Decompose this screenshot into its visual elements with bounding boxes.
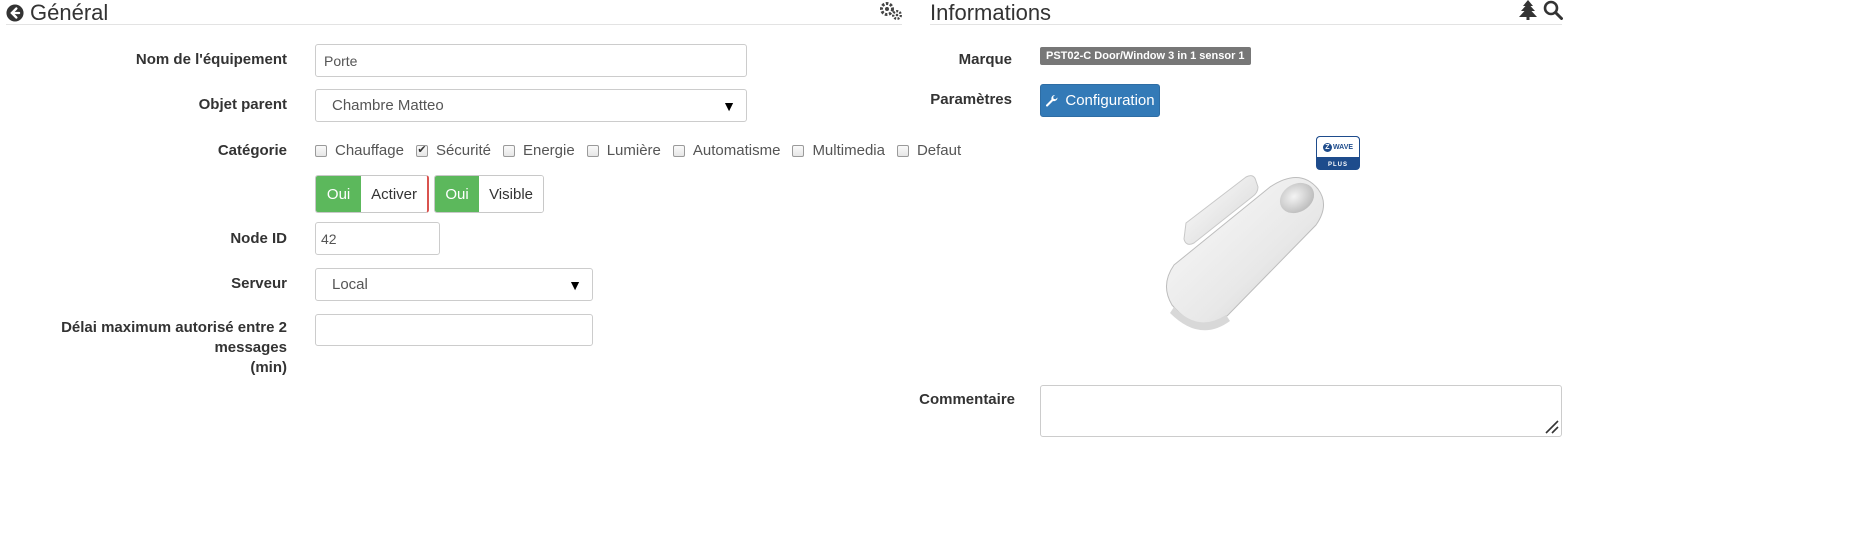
- gears-icon[interactable]: [878, 0, 904, 26]
- parent-value: Chambre Matteo: [332, 97, 444, 114]
- checkbox[interactable]: [896, 144, 909, 157]
- general-header: Général: [6, 0, 108, 26]
- category-defaut[interactable]: Defaut: [896, 142, 961, 159]
- chevron-down-icon: ▼: [568, 276, 582, 293]
- comment-label: Commentaire: [919, 391, 1015, 408]
- configuration-label: Configuration: [1065, 92, 1155, 109]
- category-automatisme[interactable]: Automatisme: [672, 142, 780, 159]
- visible-on[interactable]: Oui: [435, 176, 480, 212]
- node-input[interactable]: 42: [315, 222, 440, 255]
- name-label: Nom de l'équipement: [135, 51, 287, 68]
- comment-textarea[interactable]: [1040, 385, 1562, 437]
- enable-label[interactable]: Activer: [361, 176, 427, 212]
- visible-label[interactable]: Visible: [479, 176, 543, 212]
- brand-value: PST02-C Door/Window 3 in 1 sensor 1: [1040, 47, 1251, 65]
- tree-icon[interactable]: [1519, 0, 1537, 24]
- category-list: Chauffage ✔ Sécurité Energie Lumière Auto…: [315, 142, 973, 159]
- checkbox[interactable]: [586, 144, 599, 157]
- parent-select[interactable]: Chambre Matteo ▼: [315, 89, 747, 122]
- visible-toggle[interactable]: Oui Visible: [434, 175, 544, 213]
- category-chauffage[interactable]: Chauffage: [315, 142, 404, 159]
- back-circle-icon[interactable]: [6, 4, 24, 22]
- checkbox[interactable]: [672, 144, 685, 157]
- category-multimedia[interactable]: Multimedia: [792, 142, 885, 159]
- checkbox[interactable]: [792, 144, 805, 157]
- delay-input[interactable]: [315, 314, 593, 346]
- category-lumiere[interactable]: Lumière: [586, 142, 661, 159]
- chevron-down-icon: ▼: [722, 97, 736, 114]
- server-label: Serveur: [231, 275, 287, 292]
- search-icon[interactable]: [1543, 0, 1563, 24]
- parent-label: Objet parent: [198, 96, 287, 113]
- brand-label: Marque: [958, 51, 1012, 68]
- device-image: [1150, 165, 1335, 349]
- params-label: Paramètres: [930, 91, 1012, 108]
- info-header: Informations: [930, 0, 1051, 26]
- node-label: Node ID: [230, 230, 287, 247]
- wrench-icon: [1046, 94, 1058, 107]
- category-energie[interactable]: Energie: [502, 142, 575, 159]
- configuration-button[interactable]: Configuration: [1040, 84, 1160, 117]
- zwave-logo-text: WAVE: [1332, 143, 1354, 151]
- general-title: Général: [30, 0, 109, 25]
- resize-handle-icon[interactable]: [1543, 418, 1559, 434]
- general-divider: [6, 24, 902, 25]
- node-value: 42: [321, 230, 337, 247]
- checkbox-checked[interactable]: ✔: [415, 144, 428, 157]
- category-label: Catégorie: [217, 142, 287, 159]
- name-value: Porte: [324, 52, 358, 69]
- name-input[interactable]: Porte: [315, 44, 747, 77]
- server-select[interactable]: Local ▼: [315, 268, 593, 301]
- checkbox[interactable]: [502, 144, 515, 157]
- delay-label: Délai maximum autorisé entre 2 messages …: [61, 319, 287, 376]
- info-title: Informations: [930, 0, 1052, 25]
- server-value: Local: [332, 276, 368, 293]
- brand-badge: PST02-C Door/Window 3 in 1 sensor 1: [1040, 46, 1251, 65]
- enable-toggle[interactable]: Oui Activer: [315, 175, 429, 213]
- info-divider: [930, 24, 1562, 25]
- checkbox[interactable]: [315, 144, 327, 157]
- category-securite[interactable]: ✔ Sécurité: [415, 142, 491, 159]
- enable-on[interactable]: Oui: [316, 176, 362, 212]
